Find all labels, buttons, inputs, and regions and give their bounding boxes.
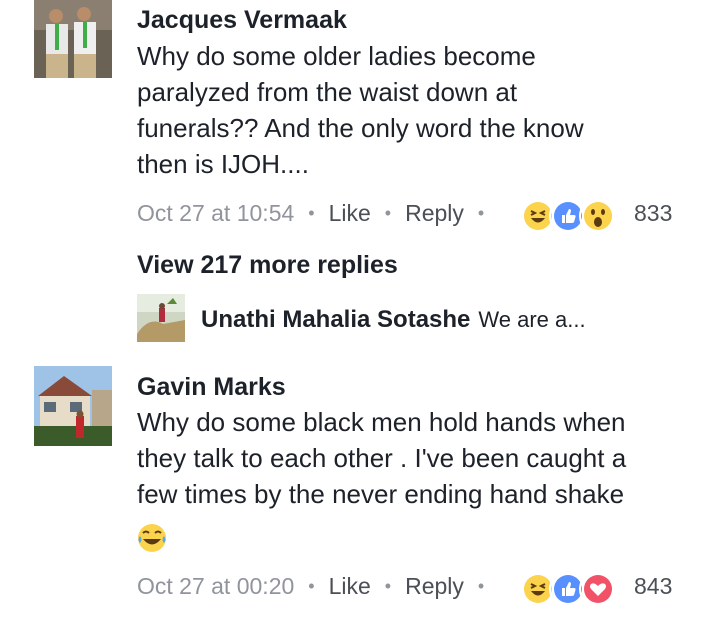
comment-body: Why do some black men hold hands when th…	[137, 404, 626, 512]
view-more-replies-link[interactable]: View 217 more replies	[137, 251, 398, 280]
reply-author[interactable]: Unathi Mahalia Sotashe	[201, 306, 470, 334]
comment-line: few times by the never ending hand shake	[137, 479, 625, 509]
comment-meta: Oct 27 at 00:20 • Like • Reply •	[137, 573, 498, 600]
comment-author[interactable]: Jacques Vermaak	[137, 6, 347, 35]
love-icon	[579, 570, 617, 608]
profile-photo	[34, 366, 112, 446]
comment-line: paralyzed from the waist down at	[137, 77, 518, 107]
reaction-summary[interactable]	[519, 197, 617, 235]
separator-dot: •	[308, 203, 315, 223]
separator-dot: •	[308, 576, 315, 596]
laughing-tears-emoji	[138, 524, 166, 552]
like-button[interactable]: Like	[329, 200, 371, 227]
comment-line: funerals?? And the only word the know	[137, 113, 584, 143]
reaction-summary[interactable]	[519, 570, 617, 608]
avatar-unathi-mahalia-sotashe[interactable]	[137, 294, 185, 342]
comment-author[interactable]: Gavin Marks	[137, 373, 286, 402]
comment-line: Why do some black men hold hands when	[137, 407, 626, 437]
comment-line: they talk to each other . I've been caug…	[137, 443, 627, 473]
reply-preview[interactable]: Unathi Mahalia Sotashe We are a...	[201, 306, 586, 334]
separator-dot: •	[384, 203, 392, 223]
wow-icon	[579, 197, 617, 235]
reply-button[interactable]: Reply	[405, 200, 464, 227]
comment-line: then is IJOH....	[137, 149, 309, 179]
avatar-jacques-vermaak[interactable]	[34, 0, 112, 78]
timestamp[interactable]: Oct 27 at 10:54	[137, 200, 294, 227]
reaction-count[interactable]: 833	[634, 200, 672, 227]
profile-photo	[137, 294, 185, 342]
profile-photo	[34, 0, 112, 78]
timestamp[interactable]: Oct 27 at 00:20	[137, 573, 294, 600]
comment-meta: Oct 27 at 10:54 • Like • Reply •	[137, 200, 498, 227]
like-button[interactable]: Like	[329, 573, 371, 600]
separator-dot: •	[477, 576, 485, 596]
separator-dot: •	[384, 576, 392, 596]
reaction-count[interactable]: 843	[634, 573, 672, 600]
avatar-gavin-marks[interactable]	[34, 366, 112, 446]
comment-body: Why do some older ladies become paralyze…	[137, 38, 584, 182]
separator-dot: •	[477, 203, 485, 223]
reply-button[interactable]: Reply	[405, 573, 464, 600]
reply-text: We are a...	[478, 307, 586, 332]
comment-line: Why do some older ladies become	[137, 41, 536, 71]
